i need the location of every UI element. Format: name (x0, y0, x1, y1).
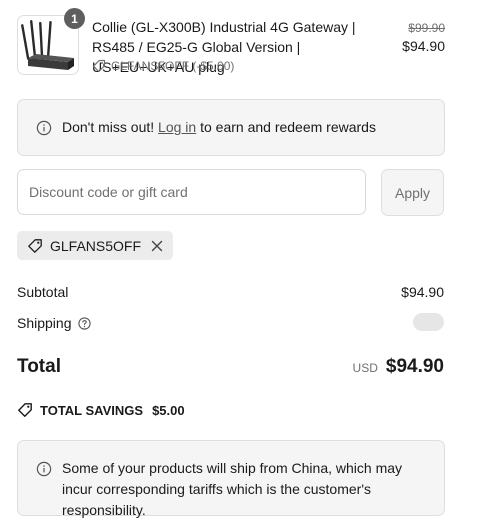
product-discount-text: GLFANS5OFF (-$5.00) (111, 59, 235, 73)
total-value: $94.90 (385, 356, 444, 377)
product-discount: GLFANS5OFF (-$5.00) (92, 59, 234, 73)
shipping-notice-text: Some of your products will ship from Chi… (62, 460, 403, 518)
subtotal-value: $94.90 (401, 284, 444, 300)
rewards-suffix: to earn and redeem rewards (200, 119, 376, 135)
savings-label: TOTAL SAVINGS (40, 402, 144, 418)
applied-code-chip: GLFANS5OFF (17, 231, 174, 260)
apply-button[interactable]: Apply (381, 169, 444, 216)
quantity-badge: 1 (64, 8, 85, 29)
login-link[interactable]: Log in (158, 119, 196, 135)
applied-code-text: GLFANS5OFF (50, 237, 142, 254)
total-savings: TOTAL SAVINGS $5.00 (17, 402, 185, 418)
tag-icon (18, 403, 32, 417)
info-icon (36, 120, 52, 136)
discount-code-input[interactable] (17, 169, 366, 215)
product-price: $94.90 (402, 38, 445, 54)
total-amount: USD $94.90 (353, 356, 444, 378)
savings-value: $5.00 (152, 402, 185, 418)
shipping-row-label: Shipping (17, 315, 91, 331)
shipping-label: Shipping (17, 315, 72, 331)
shipping-value-placeholder (413, 313, 444, 331)
compare-price: $99.90 (408, 21, 445, 35)
info-icon (36, 461, 52, 477)
subtotal-label: Subtotal (17, 284, 69, 300)
rewards-notice-text: Don't miss out! Log in to earn and redee… (62, 117, 376, 138)
rewards-notice: Don't miss out! Log in to earn and redee… (17, 99, 445, 156)
tag-icon (92, 59, 106, 73)
help-icon[interactable] (77, 316, 91, 330)
shipping-tariff-notice: Some of your products will ship from Chi… (17, 440, 445, 518)
remove-code-button[interactable] (151, 240, 163, 252)
rewards-prefix: Don't miss out! (62, 119, 155, 135)
total-label: Total (17, 356, 61, 377)
currency-code: USD (352, 361, 378, 375)
close-icon (151, 240, 163, 251)
tag-icon (28, 238, 42, 253)
